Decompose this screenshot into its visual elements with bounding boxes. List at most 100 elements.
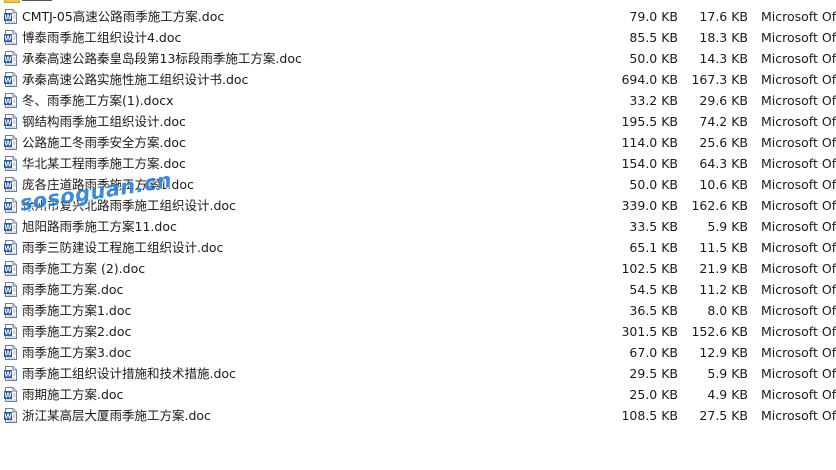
- file-name: 雨季施工方案.doc: [22, 282, 124, 297]
- file-row[interactable]: W 浙江某高层大厦雨季施工方案.doc 108.5 KB 27.5 KB Micros…: [0, 405, 836, 426]
- svg-text:W: W: [4, 55, 12, 64]
- file-size: 339.0 KB: [621, 198, 678, 213]
- compressed-size: 152.6 KB: [691, 324, 748, 339]
- file-row[interactable]: W 冬、雨季施工方案(1).docx 33.2 KB 29.6 KB Microsof…: [0, 90, 836, 111]
- compressed-size: 11.2 KB: [699, 282, 748, 297]
- compressed-size: 12.9 KB: [699, 345, 748, 360]
- file-size: 29.5 KB: [629, 366, 678, 381]
- svg-text:W: W: [4, 118, 12, 127]
- word-doc-icon: W: [4, 93, 17, 108]
- file-size: 33.5 KB: [629, 219, 678, 234]
- file-name: 承秦高速公路秦皇岛段第13标段雨季施工方案.doc: [22, 51, 302, 66]
- folder-icon: [4, 0, 20, 3]
- compressed-size: 21.9 KB: [699, 261, 748, 276]
- file-type: Microsoft Of: [761, 324, 836, 339]
- file-row[interactable]: W 雨季施工方案1.doc 36.5 KB 8.0 KB Microsoft Of: [0, 300, 836, 321]
- file-size: 33.2 KB: [629, 93, 678, 108]
- file-size: 67.0 KB: [629, 345, 678, 360]
- file-type: Microsoft Of: [761, 387, 836, 402]
- file-type: Microsoft Of: [761, 156, 836, 171]
- file-size: 301.5 KB: [621, 324, 678, 339]
- svg-text:W: W: [4, 391, 12, 400]
- file-type: Microsoft Of: [761, 51, 836, 66]
- svg-text:W: W: [4, 370, 12, 379]
- file-size: 50.0 KB: [629, 51, 678, 66]
- svg-text:W: W: [4, 97, 12, 106]
- file-row[interactable]: W CMTJ-05高速公路雨季施工方案.doc 79.0 KB 17.6 KB Mic…: [0, 6, 836, 27]
- word-doc-icon: W: [4, 114, 17, 129]
- file-row[interactable]: W 钢结构雨季施工组织设计.doc 195.5 KB 74.2 KB Microsof…: [0, 111, 836, 132]
- file-name: 博泰雨季施工组织设计4.doc: [22, 30, 182, 45]
- file-type: Microsoft Of: [761, 219, 836, 234]
- svg-text:W: W: [4, 349, 12, 358]
- file-size: 65.1 KB: [629, 240, 678, 255]
- svg-text:W: W: [4, 34, 12, 43]
- file-row[interactable]: W 雨季施工方案3.doc 67.0 KB 12.9 KB Microsoft Of: [0, 342, 836, 363]
- compressed-size: 4.9 KB: [707, 387, 748, 402]
- parent-folder-label: [22, 0, 52, 1]
- file-type: Microsoft Of: [761, 93, 836, 108]
- file-name: 钢结构雨季施工组织设计.doc: [22, 114, 186, 129]
- file-row[interactable]: W 雨季施工方案2.doc 301.5 KB 152.6 KB Microsoft O…: [0, 321, 836, 342]
- file-row[interactable]: W 雨季三防建设工程施工组织设计.doc 65.1 KB 11.5 KB Micros…: [0, 237, 836, 258]
- svg-text:W: W: [4, 160, 12, 169]
- file-name: 雨季施工方案3.doc: [22, 345, 132, 360]
- file-name: 冬、雨季施工方案(1).docx: [22, 93, 174, 108]
- file-row[interactable]: W 公路施工冬雨季安全方案.doc 114.0 KB 25.6 KB Microsof…: [0, 132, 836, 153]
- file-size: 114.0 KB: [621, 135, 678, 150]
- compressed-size: 18.3 KB: [699, 30, 748, 45]
- file-type: Microsoft Of: [761, 240, 836, 255]
- word-doc-icon: W: [4, 51, 17, 66]
- file-row[interactable]: W 华北某工程雨季施工方案.doc 154.0 KB 64.3 KB Microsof…: [0, 153, 836, 174]
- file-size: 85.5 KB: [629, 30, 678, 45]
- compressed-size: 17.6 KB: [699, 9, 748, 24]
- file-size: 694.0 KB: [621, 72, 678, 87]
- file-size: 54.5 KB: [629, 282, 678, 297]
- svg-text:W: W: [4, 181, 12, 190]
- file-row[interactable]: W 雨季施工方案 (2).doc 102.5 KB 21.9 KB Microsoft…: [0, 258, 836, 279]
- compressed-size: 74.2 KB: [699, 114, 748, 129]
- word-doc-icon: W: [4, 72, 17, 87]
- svg-text:W: W: [4, 139, 12, 148]
- file-size: 108.5 KB: [621, 408, 678, 423]
- svg-text:W: W: [4, 307, 12, 316]
- file-type: Microsoft Of: [761, 198, 836, 213]
- word-doc-icon: W: [4, 324, 17, 339]
- file-type: Microsoft Of: [761, 261, 836, 276]
- svg-text:W: W: [4, 328, 12, 337]
- file-row[interactable]: W 旭阳路雨季施工方案11.doc 33.5 KB 5.9 KB Microsoft …: [0, 216, 836, 237]
- file-row[interactable]: W 承秦高速公路实施性施工组织设计书.doc 694.0 KB 167.3 KB Mi…: [0, 69, 836, 90]
- word-doc-icon: W: [4, 240, 17, 255]
- file-type: Microsoft Of: [761, 72, 836, 87]
- file-size: 36.5 KB: [629, 303, 678, 318]
- word-doc-icon: W: [4, 9, 17, 24]
- file-type: Microsoft Of: [761, 30, 836, 45]
- file-size: 154.0 KB: [621, 156, 678, 171]
- compressed-size: 29.6 KB: [699, 93, 748, 108]
- word-doc-icon: W: [4, 198, 17, 213]
- compressed-size: 11.5 KB: [699, 240, 748, 255]
- svg-text:W: W: [4, 76, 12, 85]
- file-row[interactable]: W 雨期施工方案.doc 25.0 KB 4.9 KB Microsoft Of: [0, 384, 836, 405]
- file-name: 雨季施工方案1.doc: [22, 303, 132, 318]
- compressed-size: 27.5 KB: [699, 408, 748, 423]
- file-row[interactable]: W 雨季施工方案.doc 54.5 KB 11.2 KB Microsoft Of: [0, 279, 836, 300]
- word-doc-icon: W: [4, 408, 17, 423]
- file-size: 50.0 KB: [629, 177, 678, 192]
- compressed-size: 64.3 KB: [699, 156, 748, 171]
- parent-folder-row[interactable]: [0, 0, 60, 4]
- file-name: 承秦高速公路实施性施工组织设计书.doc: [22, 72, 249, 87]
- file-size: 25.0 KB: [629, 387, 678, 402]
- compressed-size: 167.3 KB: [691, 72, 748, 87]
- file-row[interactable]: W 博泰雨季施工组织设计4.doc 85.5 KB 18.3 KB Microsoft…: [0, 27, 836, 48]
- file-name: 雨季三防建设工程施工组织设计.doc: [22, 240, 224, 255]
- compressed-size: 25.6 KB: [699, 135, 748, 150]
- file-type: Microsoft Of: [761, 345, 836, 360]
- file-row[interactable]: W 承秦高速公路秦皇岛段第13标段雨季施工方案.doc 50.0 KB 14.3 K…: [0, 48, 836, 69]
- word-doc-icon: W: [4, 30, 17, 45]
- compressed-size: 10.6 KB: [699, 177, 748, 192]
- word-doc-icon: W: [4, 387, 17, 402]
- file-name: 旭阳路雨季施工方案11.doc: [22, 219, 177, 234]
- word-doc-icon: W: [4, 219, 17, 234]
- file-row[interactable]: W 雨季施工组织设计措施和技术措施.doc 29.5 KB 5.9 KB Micros…: [0, 363, 836, 384]
